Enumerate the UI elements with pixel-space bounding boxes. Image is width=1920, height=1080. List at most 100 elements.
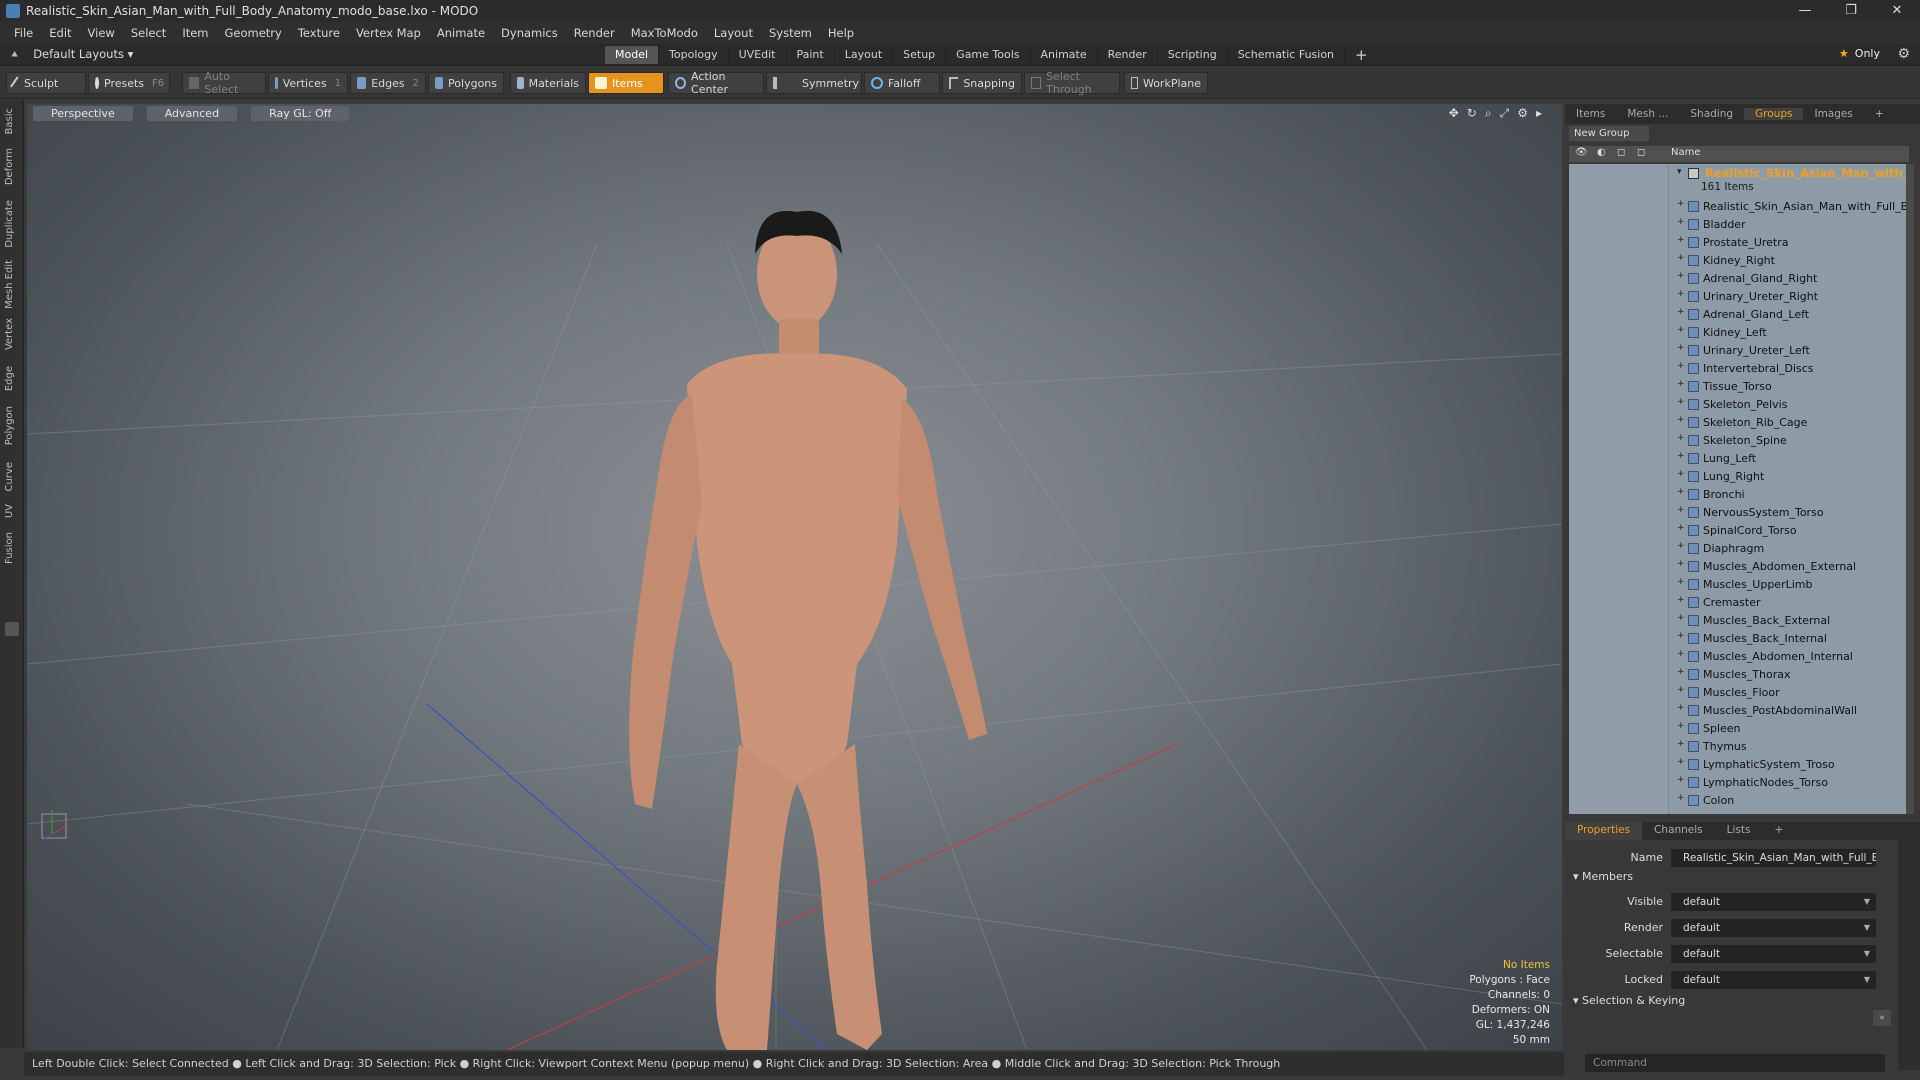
expand-icon[interactable]: + (1677, 469, 1685, 479)
rail-tab-vertex[interactable]: Vertex (4, 318, 15, 350)
view-mode-dropdown[interactable]: Perspective (33, 106, 133, 121)
menu-file[interactable]: File (6, 26, 41, 40)
group-row[interactable]: ▾ Realistic_Skin_Asian_Man_with_F... 161… (1569, 166, 1909, 196)
expand-more-icon[interactable]: » (1873, 1010, 1891, 1026)
list-item[interactable]: + Realistic_Skin_Asian_Man_with_Full_B... (1569, 198, 1909, 216)
expand-icon[interactable]: + (1677, 793, 1685, 803)
lock-column-icon[interactable]: ◻ (1617, 147, 1625, 158)
list-item[interactable]: + Muscles_Thorax (1569, 666, 1909, 684)
list-item[interactable]: + Thymus (1569, 738, 1909, 756)
menu-select[interactable]: Select (123, 26, 174, 40)
list-item[interactable]: + Muscles_Abdomen_Internal (1569, 648, 1909, 666)
rail-tab-uv[interactable]: UV (4, 504, 15, 518)
list-item[interactable]: + Spleen (1569, 720, 1909, 738)
menu-render[interactable]: Render (566, 26, 623, 40)
polygons-button[interactable]: Polygons (428, 72, 504, 94)
list-item[interactable]: + Muscles_Abdomen_External (1569, 558, 1909, 576)
visible-dropdown[interactable]: default ▼ (1671, 893, 1876, 911)
expand-icon[interactable]: + (1677, 343, 1685, 353)
list-item[interactable]: + Adrenal_Gland_Right (1569, 270, 1909, 288)
viewport-settings-icon[interactable]: ⚙ (1517, 106, 1528, 121)
list-item[interactable]: + Bronchi (1569, 486, 1909, 504)
expand-icon[interactable]: + (1677, 649, 1685, 659)
workplane-button[interactable]: WorkPlane (1124, 72, 1208, 94)
list-item[interactable]: + Bladder (1569, 216, 1909, 234)
expand-icon[interactable]: + (1677, 199, 1685, 209)
list-item[interactable]: + LymphaticSystem_Troso (1569, 756, 1909, 774)
list-item[interactable]: + Skeleton_Rib_Cage (1569, 414, 1909, 432)
rail-tab-basic[interactable]: Basic (4, 108, 15, 134)
menu-geometry[interactable]: Geometry (217, 26, 290, 40)
materials-button[interactable]: Materials (510, 72, 586, 94)
tab-animate[interactable]: Animate (1031, 46, 1098, 64)
list-item[interactable]: + Lung_Left (1569, 450, 1909, 468)
symmetry-button[interactable]: Symmetry (766, 72, 862, 94)
menu-maxtomodo[interactable]: MaxToModo (623, 26, 706, 40)
groups-scrollbar[interactable] (1906, 164, 1914, 814)
tab-schematic-fusion[interactable]: Schematic Fusion (1228, 46, 1346, 64)
tab-items[interactable]: Items (1565, 108, 1616, 120)
list-item[interactable]: + SpinalCord_Torso (1569, 522, 1909, 540)
groups-list[interactable]: ▾ Realistic_Skin_Asian_Man_with_F... 161… (1569, 164, 1909, 814)
list-item[interactable]: + Tissue_Torso (1569, 378, 1909, 396)
selectable-dropdown[interactable]: default ▼ (1671, 945, 1876, 963)
rail-tab-edge[interactable]: Edge (4, 366, 15, 391)
tab-layout[interactable]: Layout (835, 46, 894, 64)
raygl-toggle[interactable]: Ray GL: Off (251, 106, 350, 121)
list-item[interactable]: + Cremaster (1569, 594, 1909, 612)
tab-groups[interactable]: Groups (1744, 108, 1804, 120)
expand-icon[interactable]: + (1677, 379, 1685, 389)
locked-dropdown[interactable]: default ▼ (1671, 971, 1876, 989)
tab-images[interactable]: Images (1803, 108, 1863, 120)
rail-tab-polygon[interactable]: Polygon (4, 406, 15, 445)
tab-mesh[interactable]: Mesh ... (1616, 108, 1679, 120)
rail-tab-mesh-edit[interactable]: Mesh Edit (4, 260, 15, 309)
3d-viewport[interactable]: Perspective Advanced Ray GL: Off ✥ ↻ ⌕ ⤢… (27, 104, 1562, 1050)
expand-icon[interactable]: + (1677, 325, 1685, 335)
add-panel-tab-icon[interactable]: + (1864, 108, 1895, 120)
expand-icon[interactable]: + (1677, 631, 1685, 641)
tab-shading[interactable]: Shading (1679, 108, 1744, 120)
maximize-button[interactable]: ❐ (1828, 0, 1874, 22)
expand-icon[interactable]: + (1677, 721, 1685, 731)
tab-uvedit[interactable]: UVEdit (729, 46, 787, 64)
rotate-icon[interactable]: ↻ (1467, 106, 1477, 121)
pan-icon[interactable]: ✥ (1449, 106, 1459, 121)
tab-render[interactable]: Render (1098, 46, 1158, 64)
expand-icon[interactable]: + (1677, 217, 1685, 227)
list-item[interactable]: + Urinary_Ureter_Right (1569, 288, 1909, 306)
group-expand-icon[interactable]: ▾ (1677, 167, 1682, 177)
menu-animate[interactable]: Animate (429, 26, 493, 40)
menu-view[interactable]: View (80, 26, 123, 40)
vertices-button[interactable]: Vertices 1 (268, 72, 348, 94)
rail-tab-fusion[interactable]: Fusion (4, 532, 15, 564)
list-item[interactable]: + Urinary_Ureter_Left (1569, 342, 1909, 360)
falloff-button[interactable]: Falloff (864, 72, 940, 94)
list-item[interactable]: + Muscles_Back_Internal (1569, 630, 1909, 648)
command-input[interactable]: Command (1585, 1054, 1885, 1072)
expand-icon[interactable]: + (1677, 271, 1685, 281)
expand-icon[interactable]: + (1677, 541, 1685, 551)
expand-icon[interactable]: + (1677, 505, 1685, 515)
tab-game-tools[interactable]: Game Tools (946, 46, 1031, 64)
expand-icon[interactable]: + (1677, 595, 1685, 605)
expand-icon[interactable]: + (1677, 757, 1685, 767)
only-button[interactable]: ★ Only (1839, 47, 1880, 60)
auto-select-button[interactable]: Auto Select (182, 70, 266, 96)
sculpt-button[interactable]: Sculpt (6, 72, 86, 94)
menu-dynamics[interactable]: Dynamics (493, 26, 566, 40)
expand-icon[interactable]: + (1677, 307, 1685, 317)
edges-button[interactable]: Edges 2 (350, 72, 426, 94)
action-center-button[interactable]: Action Center (668, 70, 764, 96)
add-tab-icon[interactable]: + (1345, 46, 1378, 64)
list-item[interactable]: + Kidney_Right (1569, 252, 1909, 270)
expand-icon[interactable]: + (1677, 235, 1685, 245)
list-item[interactable]: + Skeleton_Pelvis (1569, 396, 1909, 414)
snapping-button[interactable]: Snapping (942, 72, 1022, 94)
list-item[interactable]: + LymphaticNodes_Torso (1569, 774, 1909, 792)
name-field[interactable]: Realistic_Skin_Asian_Man_with_Full_Bo (1671, 849, 1876, 867)
shading-dropdown[interactable]: Advanced (146, 106, 238, 121)
minimize-button[interactable]: — (1782, 0, 1828, 22)
expand-icon[interactable]: + (1677, 613, 1685, 623)
list-item[interactable]: + Muscles_Floor (1569, 684, 1909, 702)
